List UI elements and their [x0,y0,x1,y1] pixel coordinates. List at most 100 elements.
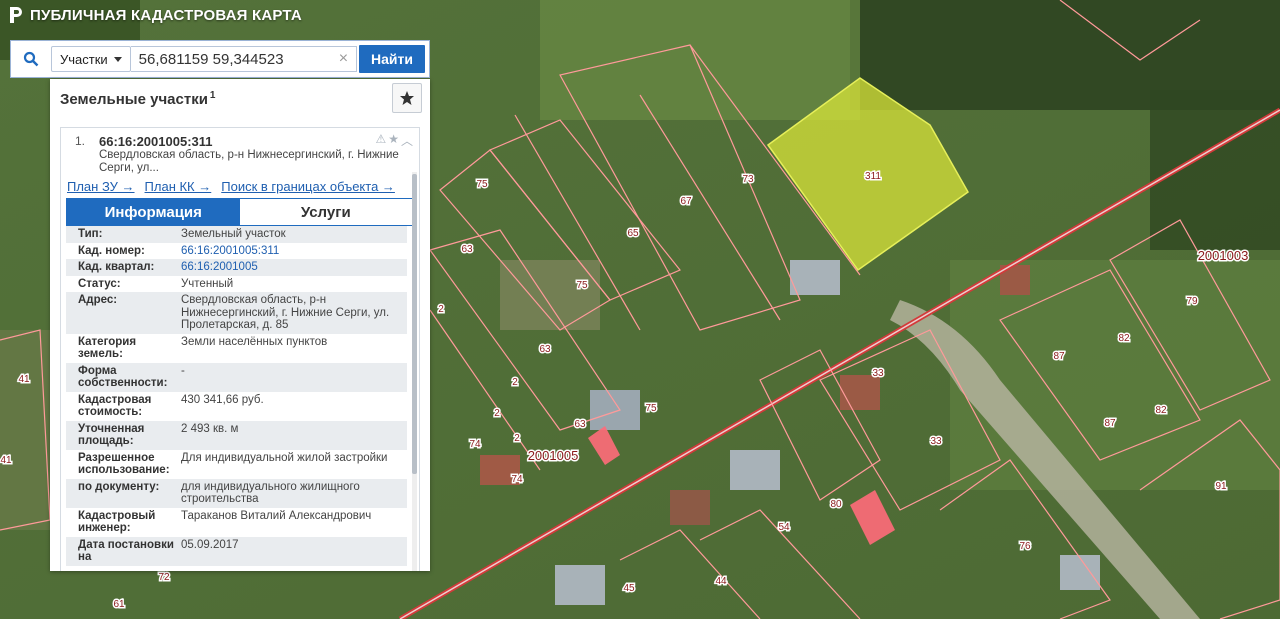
info-row-key: Форма собственности: [78,364,168,390]
quarter-label: 2001005 [528,448,579,463]
info-row-key: Статус: [78,277,121,290]
favorites-button[interactable] [392,83,422,113]
info-row-value: 2 493 кв. м [181,422,239,435]
logo-icon [10,7,22,23]
info-row-value: для индивидуального жилищного строительс… [181,480,360,506]
info-row: Разрешенное использование: Для индивидуал… [66,450,407,479]
info-row-value[interactable]: 66:16:2001005 [181,261,407,274]
parcel-label: 91 [1215,481,1227,492]
info-row: Форма собственности: - [66,362,407,392]
link-search-in-bounds[interactable]: Поиск в границах объекта → [221,179,395,194]
parcel-label: 67 [680,196,692,207]
search-input[interactable]: 56,681159 59,344523 × [130,46,358,72]
info-row: Кад. номер: 66:16:2001005:311 [66,243,407,260]
parcel-label: 2 [438,304,444,315]
parcel-label: 76 [1019,541,1031,552]
star-icon[interactable]: ★ [388,132,399,149]
result-cadastral-id[interactable]: 66:16:2001005:311 [99,134,419,149]
info-row-value: Для индивидуальной жилой застройки [181,451,388,464]
parcel-label: 73 [742,174,754,185]
result-count: 1 [209,90,216,101]
info-table: Тип: Земельный участок Кад. номер: 66:16:20… [66,226,407,566]
app-brand[interactable]: ПУБЛИЧНАЯ КАДАСТРОВАЯ КАРТА [8,6,302,24]
chevron-up-icon[interactable]: ︿ [401,132,413,149]
parcel-label: 54 [778,522,790,533]
info-row-key: Кадастровый инженер: [78,509,156,535]
selected-parcel-label: 311 [865,171,881,182]
info-row-value: Тараканов Виталий Александрович [181,509,372,522]
parcel-label: 44 [715,576,727,587]
parcel-label: 87 [1104,418,1116,429]
info-tabs: Информация Услуги [66,198,413,226]
parcel-label: 74 [469,439,481,450]
parcel-label: 63 [574,419,586,430]
star-icon [400,91,414,105]
parcel-label: 2 [494,408,500,419]
parcel-label: 87 [1053,351,1065,362]
parcel-label: 41 [18,374,30,385]
scrollbar[interactable] [412,172,417,571]
close-icon[interactable]: × [339,50,348,68]
info-row-value: Земли населённых пунктов [181,335,328,348]
info-row: Уточненная площадь: 2 493 кв. м [66,420,407,450]
info-row-key: Уточненная площадь: [78,422,145,448]
parcel-label: 79 [1186,296,1198,307]
info-row-key: по документу: [78,480,160,493]
search-query-text: 56,681159 59,344523 [138,50,284,68]
info-row: Категория земель: Земли населённых пункто… [66,334,407,363]
parcel-label: 33 [930,436,942,447]
info-row-key: Кадастровая стоимость: [78,393,152,419]
parcel-label: 72 [158,572,170,583]
info-row-value: Земельный участок [181,228,286,240]
info-row-key: Тип: [78,228,103,240]
result-address: Свердловская область, р-н Нижнесергински… [99,149,399,174]
info-row-value: Свердловская область, р-н Нижнесергински… [181,294,390,331]
search-type-select[interactable]: Участки [51,46,131,72]
link-quarter-plan[interactable]: План КК → [145,179,212,194]
info-row-key: Категория земель: [78,335,137,361]
info-row-value: 430 341,66 руб. [181,393,264,406]
find-button[interactable]: Найти [359,45,425,73]
info-row: Статус: Учтенный [66,276,407,293]
parcel-label: 41 [0,455,12,466]
search-bar: Участки 56,681159 59,344523 × Найти [10,40,430,78]
info-row: Кад. квартал: 66:16:2001005 [66,259,407,276]
info-row-key: Кад. квартал: [78,261,155,273]
parcel-label: 82 [1155,405,1167,416]
app-title: ПУБЛИЧНАЯ КАДАСТРОВАЯ КАРТА [30,6,302,24]
info-row-key: Адрес: [78,294,118,306]
result-number: 1. [75,134,86,148]
info-row-key: Разрешенное использование: [78,451,170,477]
result-card: 1. 66:16:2001005:311 Свердловская област… [60,127,420,571]
results-panel: Земельные участки 1 1. 66:16:2001005:311 … [50,79,430,571]
tab-services[interactable]: Услуги [239,199,412,225]
search-icon[interactable] [11,41,51,77]
link-parcel-plan[interactable]: План ЗУ → [67,179,135,194]
panel-header: Земельные участки 1 [50,79,430,119]
tab-information[interactable]: Информация [67,199,240,225]
parcel-label: 63 [461,244,473,255]
quarter-label: 2001003 [1198,248,1249,263]
scrollbar-thumb[interactable] [412,174,417,474]
info-row: Дата постановки на 05.09.2017 [66,536,407,566]
search-type-label: Участки [60,51,108,67]
info-row-key: Дата постановки на [78,538,174,564]
warning-icon[interactable]: ⚠ [375,132,386,149]
parcel-label: 80 [830,499,842,510]
info-row: Адрес: Свердловская область, р-н Нижнесер… [66,292,407,334]
info-row-value: Учтенный [181,277,234,290]
parcel-label: 75 [476,179,488,190]
info-row: Тип: Земельный участок [66,226,407,243]
panel-title: Земельные участки 1 [60,90,216,108]
info-row-key: Кад. номер: [78,244,145,257]
parcel-label: 74 [511,474,523,485]
info-row-value[interactable]: 66:16:2001005:311 [181,245,407,258]
info-row: по документу: для индивидуального жилищно… [66,478,407,508]
parcel-label: 61 [113,599,125,610]
info-row: Кадастровая стоимость: 430 341,66 руб. [66,392,407,421]
parcel-label: 45 [623,583,635,594]
parcel-label: 2 [514,433,520,444]
parcel-label: 75 [576,280,588,291]
parcel-label: 82 [1118,333,1130,344]
parcel-label: 33 [872,368,884,379]
